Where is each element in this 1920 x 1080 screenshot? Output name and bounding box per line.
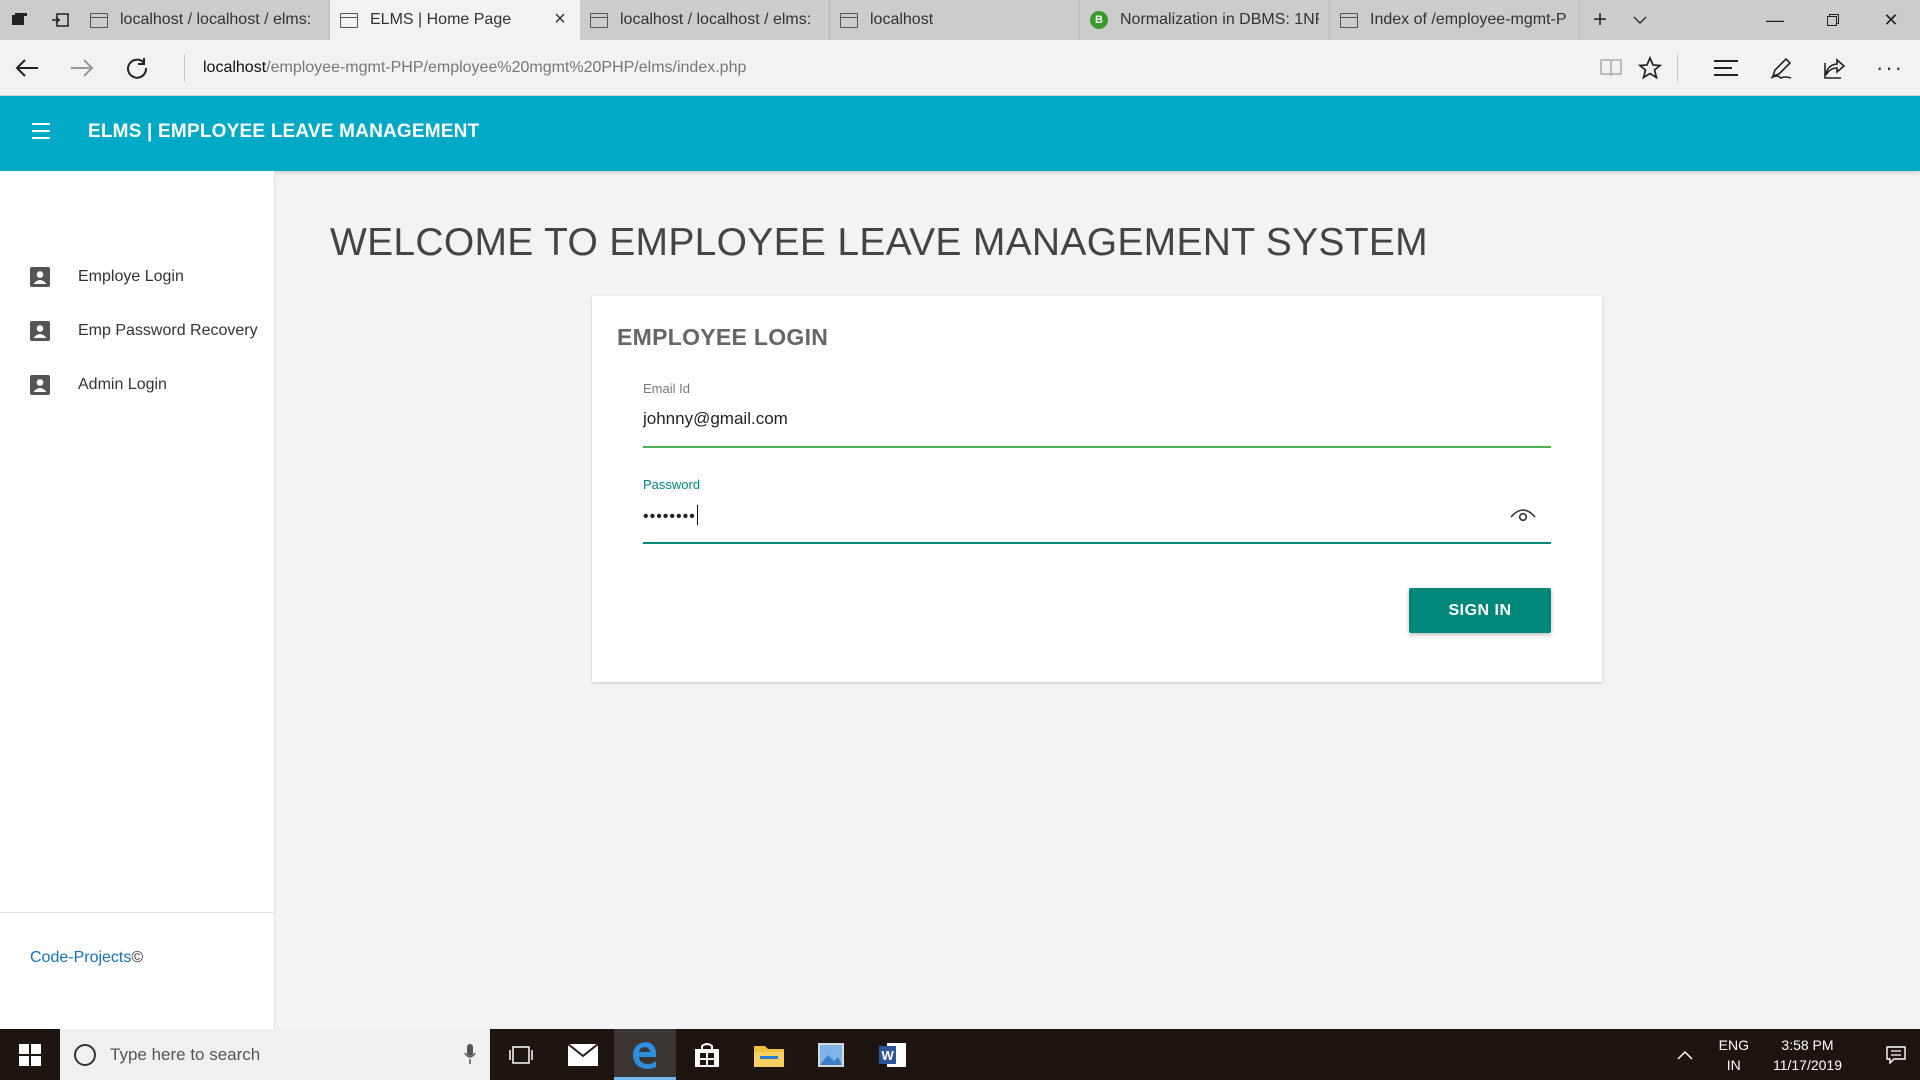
- show-password-eye-icon[interactable]: [1510, 505, 1536, 525]
- browser-tab[interactable]: Index of /employee-mgmt-P: [1330, 0, 1580, 40]
- share-icon[interactable]: [1815, 48, 1855, 88]
- tab-title: ELMS | Home Page: [370, 11, 512, 28]
- hamburger-menu-icon[interactable]: [32, 123, 50, 141]
- browser-tab[interactable]: B Normalization in DBMS: 1NF: [1080, 0, 1330, 40]
- url-host: localhost: [203, 59, 267, 76]
- sidebar-item-label: Employe Login: [78, 268, 184, 285]
- windows-taskbar: Type here to search W ENG IN 3:58 PM 11/…: [0, 1029, 1920, 1080]
- sidebar-footer: Code-Projects©: [0, 912, 275, 1029]
- sign-in-button[interactable]: SIGN IN: [1409, 588, 1551, 633]
- page-icon: [340, 12, 358, 28]
- app-title: ELMS | EMPLOYEE LEAVE MANAGEMENT: [88, 121, 480, 142]
- browser-tab[interactable]: localhost / localhost / elms:: [80, 0, 330, 40]
- microphone-icon[interactable]: [464, 1043, 476, 1065]
- page-icon: [1340, 12, 1358, 28]
- browser-tab[interactable]: localhost: [830, 0, 1080, 40]
- hub-icon[interactable]: [1706, 48, 1746, 88]
- tab-title: localhost / localhost / elms:: [620, 11, 812, 28]
- word-app-icon[interactable]: W: [862, 1029, 924, 1080]
- clock-time: 3:58 PM: [1781, 1036, 1834, 1053]
- restore-icon[interactable]: [1804, 0, 1862, 40]
- minimize-icon[interactable]: —: [1746, 0, 1804, 40]
- file-explorer-icon[interactable]: [738, 1029, 800, 1080]
- store-app-icon[interactable]: [676, 1029, 738, 1080]
- address-bar[interactable]: localhost/employee-mgmt-PHP/employee%20m…: [184, 54, 1564, 82]
- set-aside-tabs-icon[interactable]: [40, 0, 80, 40]
- forward-arrow-icon[interactable]: [62, 48, 102, 88]
- tab-title: localhost: [870, 11, 934, 28]
- sidebar-item-label: Emp Password Recovery: [78, 322, 258, 339]
- password-underline: [643, 542, 1551, 544]
- windows-start-icon[interactable]: [0, 1029, 60, 1080]
- account-box-icon: [30, 267, 50, 287]
- password-field[interactable]: ••••••••: [643, 505, 1543, 526]
- more-options-icon[interactable]: ···: [1870, 48, 1910, 88]
- action-center-icon[interactable]: [1872, 1045, 1920, 1064]
- email-label: Email Id: [643, 381, 690, 396]
- tab-title: localhost / localhost / elms:: [120, 11, 312, 28]
- copyright-symbol: ©: [131, 949, 144, 966]
- tab-preview-chevron-icon[interactable]: [1620, 0, 1660, 40]
- photos-app-icon[interactable]: [800, 1029, 862, 1080]
- sidebar-item-employee-login[interactable]: Employe Login: [0, 255, 275, 299]
- close-tab-icon[interactable]: ×: [550, 9, 570, 30]
- mail-app-icon[interactable]: [552, 1029, 614, 1080]
- login-card: EMPLOYEE LOGIN Email Id johnny@gmail.com…: [592, 296, 1602, 682]
- sidebar: Employe Login Emp Password Recovery Admi…: [0, 171, 275, 1029]
- edge-browser-icon[interactable]: [614, 1029, 676, 1080]
- tab-actions-icon[interactable]: [0, 0, 40, 40]
- favorite-star-icon[interactable]: [1630, 48, 1670, 88]
- language-indicator[interactable]: ENG IN: [1719, 1035, 1749, 1075]
- search-placeholder: Type here to search: [110, 1044, 261, 1064]
- region-code: IN: [1726, 1056, 1741, 1073]
- browser-tab[interactable]: localhost / localhost / elms:: [580, 0, 830, 40]
- taskbar-search-box[interactable]: Type here to search: [60, 1029, 490, 1080]
- web-note-pen-icon[interactable]: [1761, 48, 1801, 88]
- page-icon: [590, 12, 608, 28]
- show-hidden-icons-chevron-icon[interactable]: [1665, 1050, 1705, 1060]
- sidebar-item-label: Admin Login: [78, 376, 167, 393]
- password-masked-value: ••••••••: [643, 508, 696, 525]
- clock-date: 11/17/2019: [1772, 1056, 1842, 1073]
- account-box-icon: [30, 321, 50, 341]
- reading-view-icon[interactable]: [1591, 48, 1631, 88]
- svg-text:W: W: [882, 1048, 895, 1063]
- password-label: Password: [643, 477, 701, 492]
- tab-title: Normalization in DBMS: 1NF: [1120, 11, 1319, 28]
- url-path: /employee-mgmt-PHP/employee%20mgmt%20PHP…: [266, 59, 747, 76]
- cortana-circle-icon: [74, 1043, 96, 1066]
- new-tab-icon[interactable]: +: [1580, 0, 1620, 40]
- taskbar-clock[interactable]: 3:58 PM 11/17/2019: [1773, 1035, 1842, 1075]
- app-header: ELMS | EMPLOYEE LEAVE MANAGEMENT: [0, 96, 1920, 171]
- code-projects-link[interactable]: Code-Projects: [30, 949, 131, 966]
- task-view-icon[interactable]: [490, 1029, 552, 1080]
- page-icon: [840, 12, 858, 28]
- close-window-icon[interactable]: ✕: [1862, 0, 1920, 40]
- browser-tab-bar: localhost / localhost / elms: ELMS | Hom…: [0, 0, 1920, 40]
- browser-nav-bar: localhost/employee-mgmt-PHP/employee%20m…: [0, 40, 1920, 96]
- page-icon: [90, 12, 108, 28]
- sidebar-item-admin-login[interactable]: Admin Login: [0, 363, 275, 407]
- tab-title: Index of /employee-mgmt-P: [1370, 11, 1567, 28]
- email-field[interactable]: johnny@gmail.com: [643, 409, 1543, 429]
- login-card-title: EMPLOYEE LOGIN: [617, 324, 829, 350]
- site-favicon-icon: B: [1090, 11, 1108, 29]
- sidebar-item-password-recovery[interactable]: Emp Password Recovery: [0, 309, 275, 353]
- page-title: WELCOME TO EMPLOYEE LEAVE MANAGEMENT SYS…: [330, 221, 1428, 264]
- system-tray: ENG IN 3:58 PM 11/17/2019: [1665, 1029, 1920, 1080]
- browser-tab-active[interactable]: ELMS | Home Page ×: [330, 0, 580, 40]
- language-code: ENG: [1718, 1036, 1749, 1053]
- account-box-icon: [30, 375, 50, 395]
- email-underline: [643, 446, 1551, 448]
- back-arrow-icon[interactable]: [7, 48, 47, 88]
- refresh-icon[interactable]: [117, 48, 157, 88]
